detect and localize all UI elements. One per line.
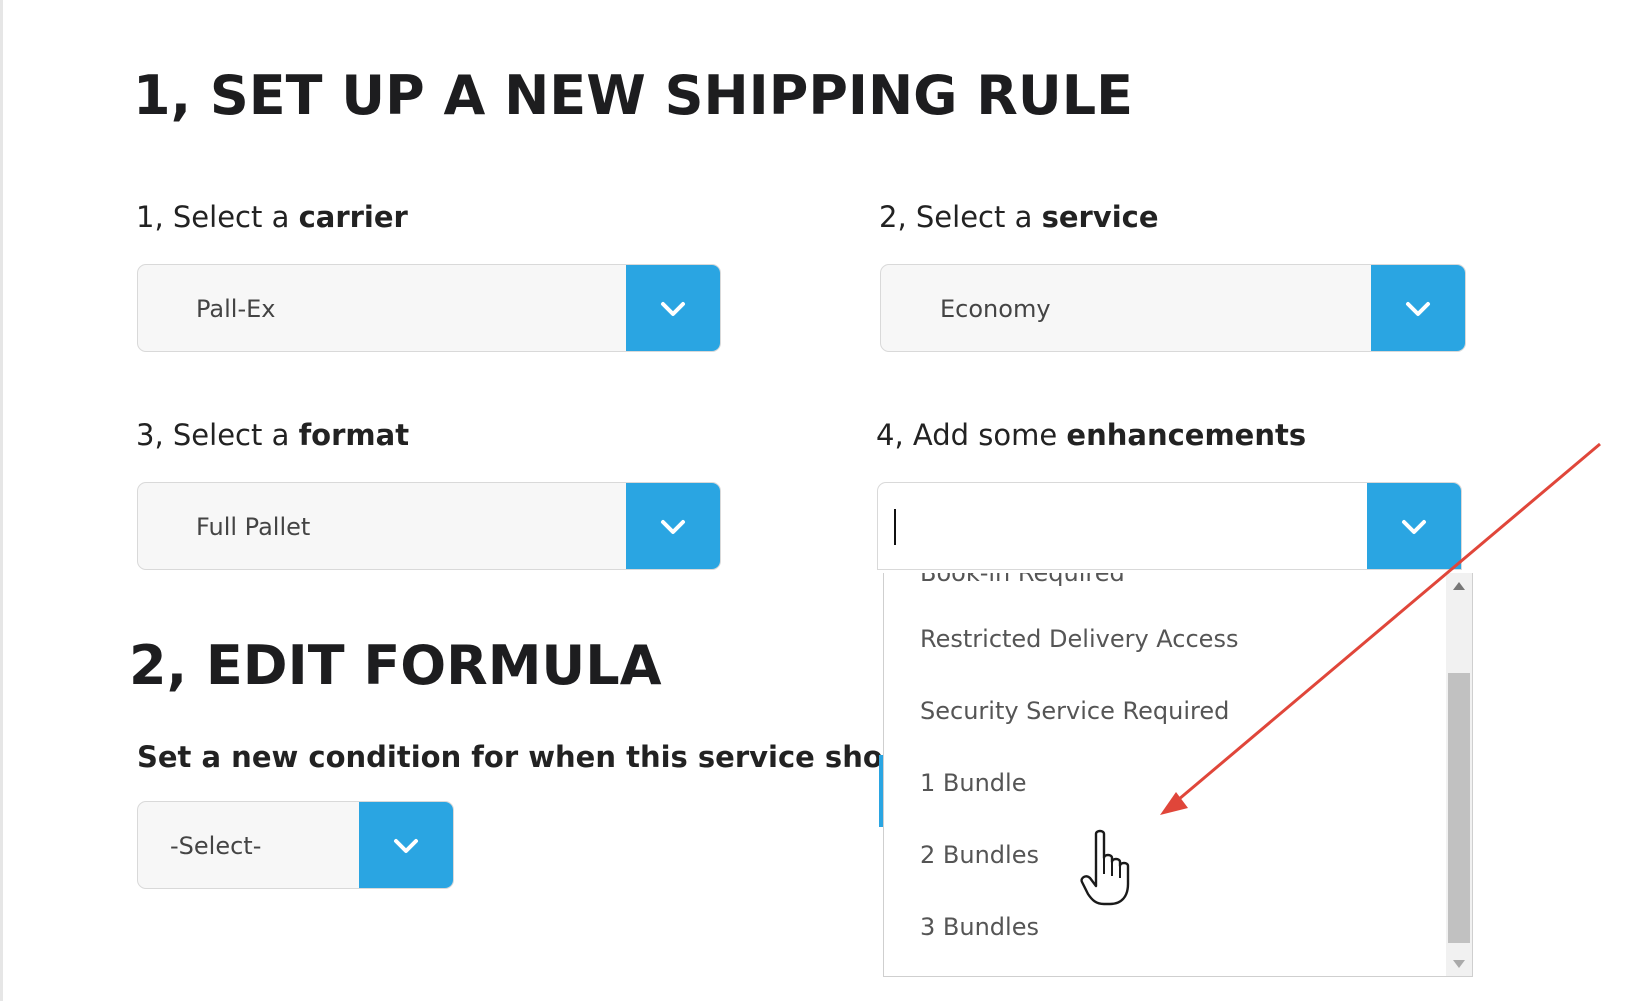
scroll-up-icon[interactable] xyxy=(1446,573,1472,599)
enhancements-dropdown-list[interactable]: Book-in Required Restricted Delivery Acc… xyxy=(883,573,1473,977)
page-left-border xyxy=(0,0,3,1001)
chevron-down-icon xyxy=(661,302,685,316)
carrier-label-prefix: 1, Select a xyxy=(136,200,299,234)
enhancements-label-keyword: enhancements xyxy=(1066,418,1307,452)
text-cursor xyxy=(894,509,896,545)
enhancements-combobox[interactable] xyxy=(877,482,1462,570)
enhancements-label: 4, Add some enhancements xyxy=(876,418,1306,452)
carrier-label-keyword: carrier xyxy=(298,200,408,234)
carrier-dropdown-button[interactable] xyxy=(626,265,720,351)
service-select[interactable]: Economy xyxy=(880,264,1466,352)
condition-select[interactable]: -Select- xyxy=(137,801,454,889)
service-select-value: Economy xyxy=(940,295,1051,323)
enhancements-label-prefix: 4, Add some xyxy=(876,418,1067,452)
service-label-prefix: 2, Select a xyxy=(879,200,1042,234)
service-label: 2, Select a service xyxy=(879,200,1159,234)
chevron-down-icon xyxy=(1406,302,1430,316)
section-title-edit-formula: 2, EDIT FORMULA xyxy=(129,634,662,697)
condition-dropdown-button[interactable] xyxy=(359,802,453,888)
scrollbar-thumb[interactable] xyxy=(1448,673,1470,943)
chevron-down-icon xyxy=(661,520,685,534)
format-dropdown-button[interactable] xyxy=(626,483,720,569)
scroll-down-icon[interactable] xyxy=(1446,951,1472,976)
option-book-in-required[interactable]: Book-in Required xyxy=(920,573,1125,587)
condition-select-value: -Select- xyxy=(170,832,262,860)
hovered-option-indicator xyxy=(879,755,883,827)
format-select[interactable]: Full Pallet xyxy=(137,482,721,570)
option-1-bundle[interactable]: 1 Bundle xyxy=(920,769,1026,797)
option-restricted-delivery-access[interactable]: Restricted Delivery Access xyxy=(920,625,1238,653)
section-title-shipping-rule: 1, SET UP A NEW SHIPPING RULE xyxy=(133,64,1134,127)
format-label-prefix: 3, Select a xyxy=(136,418,299,452)
option-3-bundles[interactable]: 3 Bundles xyxy=(920,913,1039,941)
option-2-bundles[interactable]: 2 Bundles xyxy=(920,841,1039,869)
carrier-select[interactable]: Pall-Ex xyxy=(137,264,721,352)
chevron-down-icon xyxy=(394,839,418,853)
dropdown-scrollbar[interactable] xyxy=(1446,573,1472,976)
format-label: 3, Select a format xyxy=(136,418,409,452)
enhancements-input[interactable] xyxy=(878,483,1358,569)
option-security-service-required[interactable]: Security Service Required xyxy=(920,697,1229,725)
format-label-keyword: format xyxy=(298,418,410,452)
carrier-label: 1, Select a carrier xyxy=(136,200,408,234)
enhancements-dropdown-button[interactable] xyxy=(1367,483,1461,569)
carrier-select-value: Pall-Ex xyxy=(196,295,276,323)
chevron-down-icon xyxy=(1402,520,1426,534)
format-select-value: Full Pallet xyxy=(196,513,311,541)
service-label-keyword: service xyxy=(1041,200,1159,234)
service-dropdown-button[interactable] xyxy=(1371,265,1465,351)
